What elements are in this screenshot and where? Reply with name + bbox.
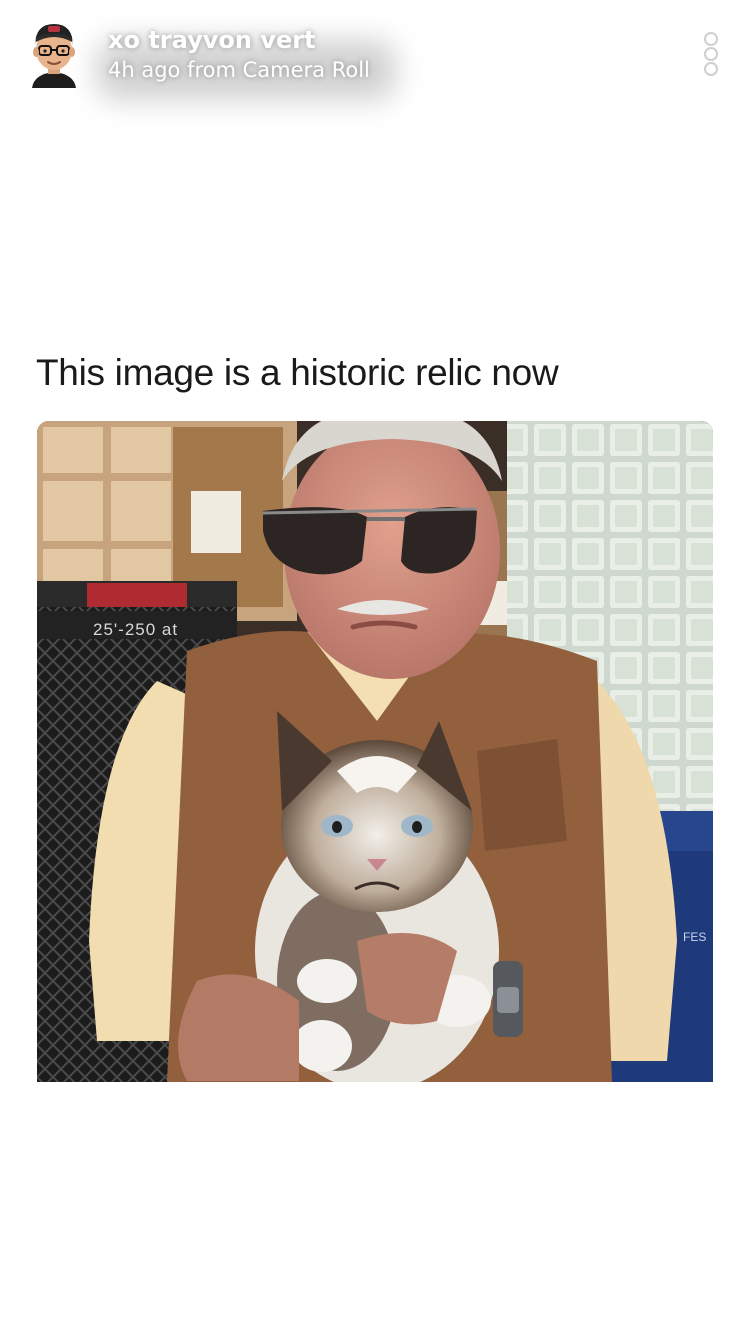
menu-dot-icon xyxy=(704,62,718,76)
menu-dot-icon xyxy=(704,32,718,46)
snap-header: xo trayvon vert 4h ago from Camera Roll xyxy=(0,0,750,110)
more-options-icon[interactable] xyxy=(700,32,722,76)
cart-sign-text: 25'-250 at xyxy=(93,620,178,639)
meme-caption: This image is a historic relic now xyxy=(36,352,559,393)
meme-photo: FES 25'-250 at xyxy=(37,421,713,1082)
menu-dot-icon xyxy=(704,47,718,61)
bin-label: FES xyxy=(683,930,706,944)
user-name[interactable]: xo trayvon vert xyxy=(108,26,316,54)
snap-timestamp: 4h ago from Camera Roll xyxy=(108,58,370,82)
snap-viewer: xo trayvon vert 4h ago from Camera Roll … xyxy=(0,0,750,1334)
bitmoji-avatar-icon[interactable] xyxy=(28,18,80,90)
